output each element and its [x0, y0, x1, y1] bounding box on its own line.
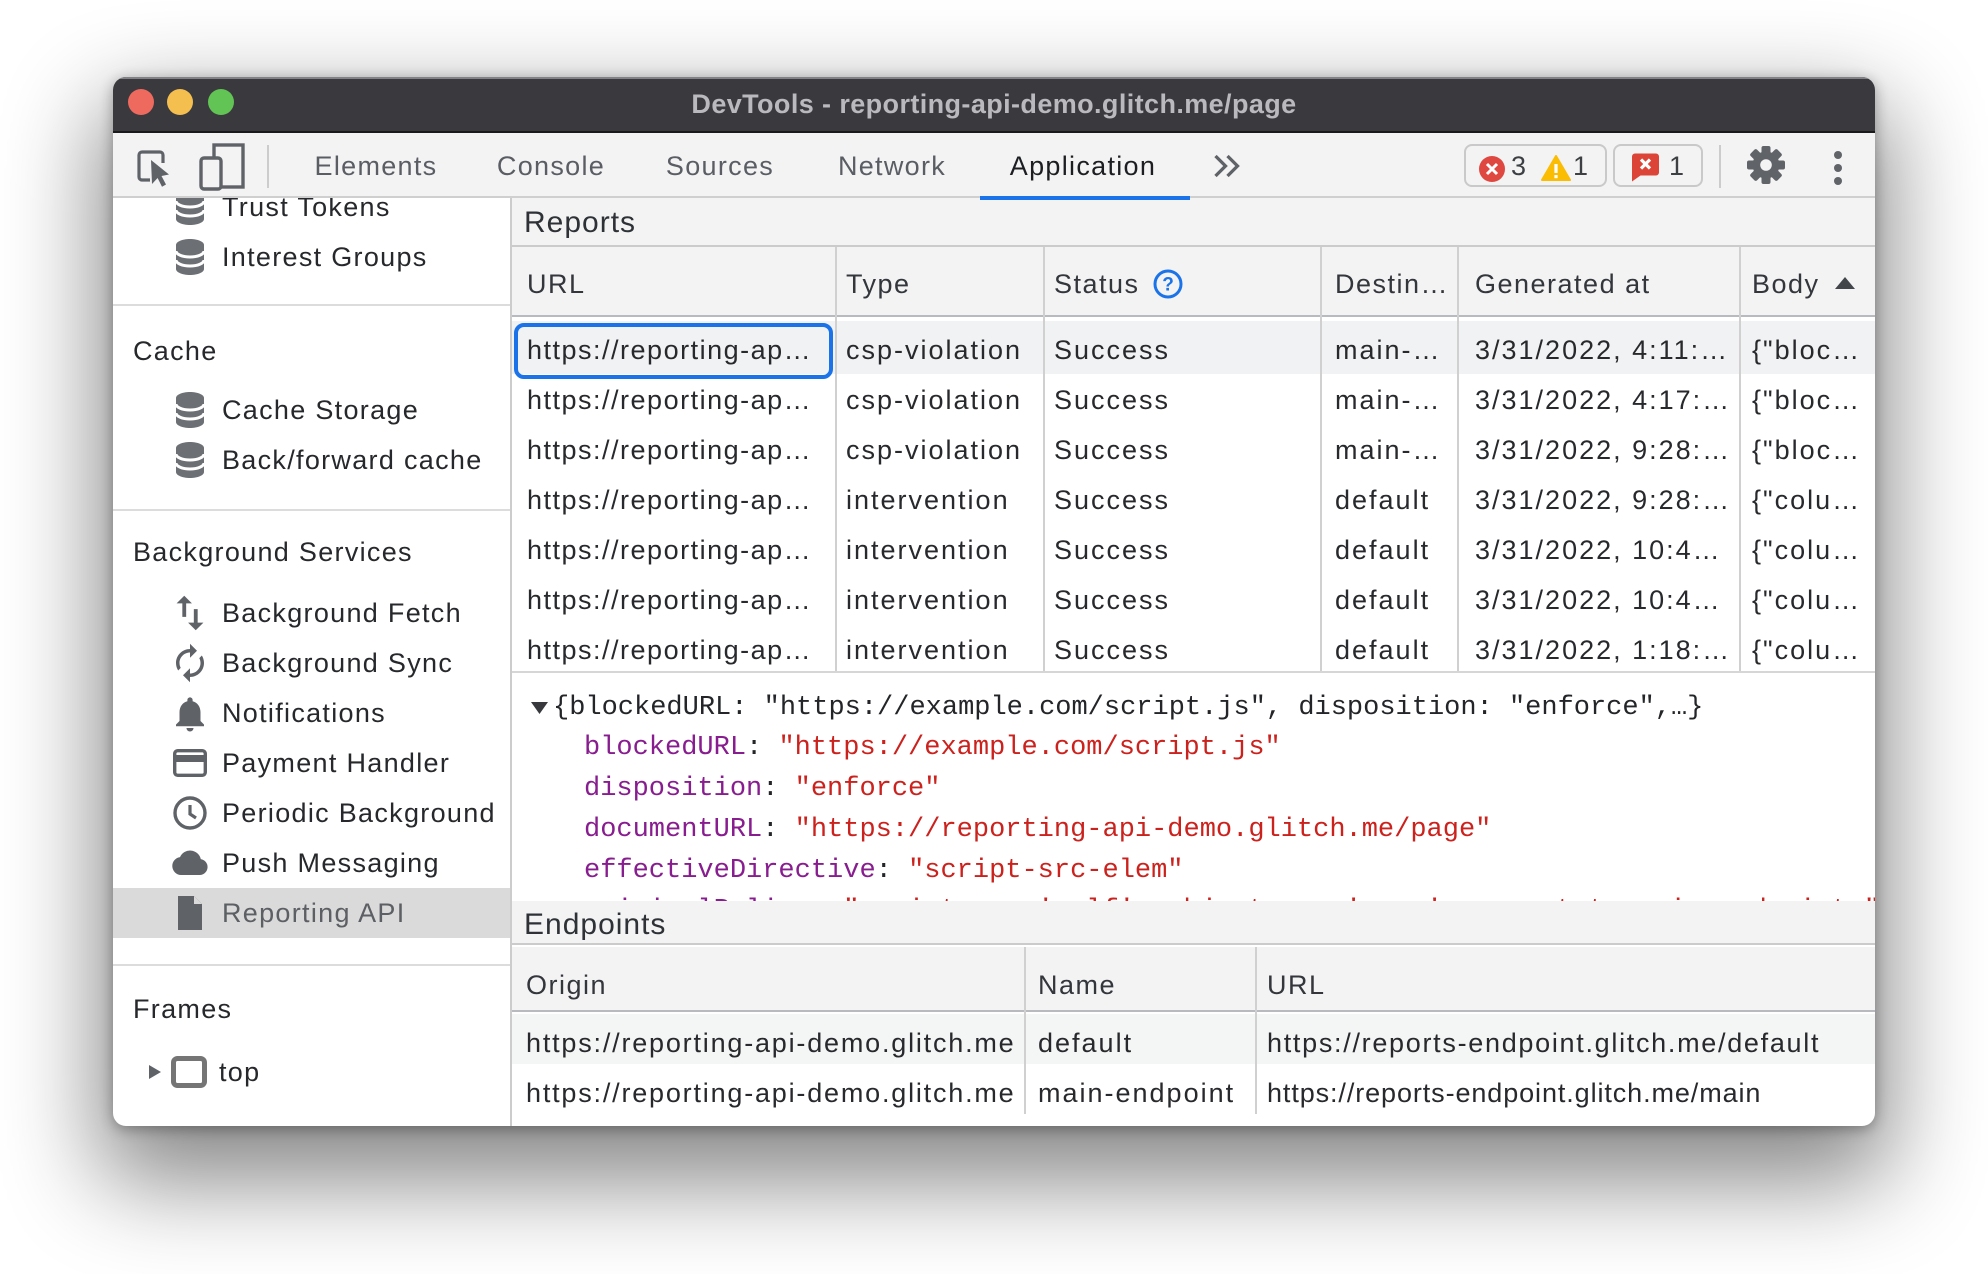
svg-text:?: ?	[1162, 275, 1174, 296]
